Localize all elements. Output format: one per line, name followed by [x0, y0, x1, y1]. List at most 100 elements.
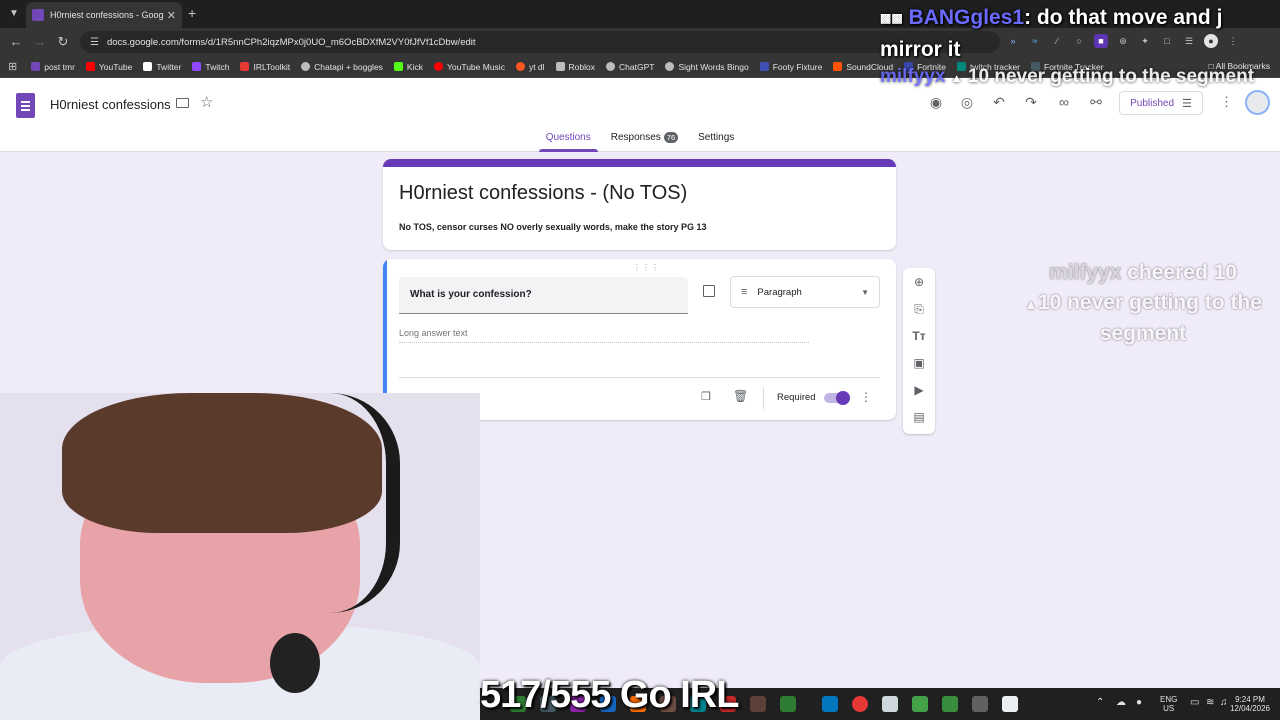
- soundcloud-icon: [833, 62, 843, 71]
- add-image-icon[interactable]: [703, 285, 715, 297]
- taskbar-app-icon[interactable]: [972, 696, 988, 712]
- preview-eye-icon[interactable]: ◎: [958, 94, 976, 111]
- required-toggle[interactable]: [824, 391, 850, 405]
- palette-icon[interactable]: ◉: [927, 94, 945, 111]
- bookmark-item[interactable]: IRLToolkit: [240, 62, 290, 72]
- taskbar-app-icon[interactable]: [1002, 696, 1018, 712]
- form-title[interactable]: H0rniest confessions - (No TOS): [399, 182, 687, 205]
- bookmark-item[interactable]: yt dl: [515, 61, 545, 72]
- bookmark-item[interactable]: Roblox: [555, 62, 595, 72]
- irltoolkit-icon: [240, 62, 250, 71]
- taskbar-app-icon[interactable]: [852, 696, 868, 712]
- forms-tabs: Questions Responses 76 Settings: [0, 132, 1280, 152]
- tab-responses[interactable]: Responses 76: [606, 132, 683, 152]
- tab-settings-label: Settings: [698, 132, 735, 143]
- folder-icon[interactable]: [176, 98, 189, 108]
- back-icon[interactable]: ←: [8, 34, 24, 50]
- bookmark-icon: [31, 62, 41, 71]
- address-bar[interactable]: ☰ docs.google.com/forms/d/1R5nnCPh2iqzMP…: [80, 31, 1000, 53]
- bookmark-item[interactable]: Kick: [393, 61, 423, 72]
- taskbar-app-icon[interactable]: [882, 696, 898, 712]
- language-indicator[interactable]: ENG US: [1160, 695, 1177, 713]
- question-title-input[interactable]: What is your confession?: [399, 277, 688, 314]
- add-question-icon[interactable]: ⊕: [910, 273, 928, 291]
- bits-icon: ▲: [950, 71, 963, 85]
- ytdl-icon: [515, 62, 525, 71]
- bookmark-item[interactable]: YouTube: [85, 61, 133, 72]
- bookmark-item[interactable]: Sight Words Bingo: [665, 62, 749, 72]
- close-tab-icon[interactable]: ✕: [167, 9, 176, 22]
- chatgpt-icon: [606, 62, 616, 71]
- tab-settings[interactable]: Settings: [693, 132, 739, 152]
- bookmark-item[interactable]: ChatGPT: [606, 62, 654, 72]
- tray-network-icon[interactable]: ☁: [1116, 698, 1126, 708]
- question-type-dropdown[interactable]: ≡ Paragraph ▼: [730, 276, 880, 308]
- bookmark-label: Kick: [406, 61, 423, 72]
- duplicate-icon[interactable]: ❐: [701, 390, 711, 403]
- headset-icon: [330, 393, 400, 613]
- clock[interactable]: 9:24 PM 12/04/2026: [1226, 695, 1274, 713]
- tray-display-icon[interactable]: ▭: [1190, 698, 1199, 708]
- bookmark-item[interactable]: Footy Fixture: [759, 61, 823, 72]
- microphone-icon: [270, 633, 320, 693]
- sliders-icon: ☰: [1182, 97, 1192, 110]
- floating-toolbar: ⊕ ⎘ Tт ▣ ▶ ▤: [903, 268, 935, 434]
- bookmark-item[interactable]: Twitch: [192, 62, 229, 72]
- delete-icon[interactable]: 🗑: [733, 389, 748, 403]
- form-description[interactable]: No TOS, censor curses NO overly sexually…: [399, 222, 706, 232]
- add-section-icon[interactable]: ▤: [910, 408, 928, 426]
- responses-count-badge: 76: [663, 132, 679, 143]
- taskbar-app-icon[interactable]: [912, 696, 928, 712]
- tab-questions[interactable]: Questions: [538, 132, 598, 152]
- account-avatar[interactable]: [1245, 90, 1270, 115]
- cheer-username: milfyyx: [1049, 261, 1122, 284]
- more-vert-icon[interactable]: ⋮: [1220, 94, 1233, 110]
- twitter-x-icon: [143, 62, 153, 71]
- tray-overflow-icon[interactable]: ⌃: [1096, 698, 1104, 708]
- add-image-icon[interactable]: ▣: [910, 354, 928, 372]
- import-questions-icon[interactable]: ⎘: [910, 300, 928, 318]
- question-more-icon[interactable]: ⋮: [860, 390, 872, 404]
- chat-message-2: 10 never getting to the segment: [967, 66, 1255, 87]
- new-tab-icon[interactable]: +: [188, 5, 196, 21]
- star-icon[interactable]: ☆: [200, 93, 213, 111]
- globe-icon: [301, 62, 311, 71]
- footer-separator: [763, 387, 764, 409]
- forward-icon[interactable]: →: [32, 34, 48, 50]
- site-info-icon[interactable]: ☰: [90, 37, 99, 48]
- add-collaborator-icon[interactable]: ⚯: [1087, 94, 1105, 111]
- bookmark-item[interactable]: post tmr: [31, 62, 75, 72]
- long-answer-placeholder: Long answer text: [399, 328, 809, 343]
- link-icon[interactable]: ∞: [1055, 94, 1073, 110]
- bookmark-label: yt dl: [528, 61, 545, 72]
- sub-goal-overlay: 517/555 Go IRL: [480, 674, 739, 716]
- published-button[interactable]: Published ☰: [1119, 91, 1203, 115]
- bookmark-item[interactable]: Chatapi + boggles: [301, 62, 383, 72]
- toggle-knob: [836, 391, 850, 405]
- roblox-icon: [555, 62, 565, 71]
- undo-icon[interactable]: ↶: [990, 94, 1008, 111]
- cheer-text: cheered 10: [1127, 261, 1237, 284]
- redo-icon[interactable]: ↷: [1022, 94, 1040, 111]
- bookmark-item[interactable]: Twitter: [143, 62, 181, 72]
- tray-mic-icon[interactable]: ●: [1136, 698, 1142, 708]
- reload-icon[interactable]: ↻: [55, 34, 71, 50]
- bookmark-item[interactable]: YouTube Music: [433, 62, 505, 72]
- bookmark-label: Twitter: [156, 61, 182, 72]
- form-title-card[interactable]: H0rniest confessions - (No TOS) No TOS, …: [383, 159, 896, 250]
- tray-wifi-icon[interactable]: ≋: [1206, 698, 1214, 708]
- forms-logo-icon[interactable]: [16, 93, 35, 118]
- tab-search-icon[interactable]: ▼: [6, 6, 22, 22]
- drag-handle-icon[interactable]: ⋮⋮⋮: [633, 263, 660, 272]
- document-title[interactable]: H0rniest confessions: [50, 97, 171, 112]
- browser-tab[interactable]: H0rniest confessions - Google Fo ✕: [26, 2, 182, 28]
- add-title-icon[interactable]: Tт: [910, 327, 928, 345]
- apps-grid-icon[interactable]: ⊞: [8, 60, 17, 73]
- bits-icon: ▲: [1024, 296, 1038, 312]
- add-video-icon[interactable]: ▶: [910, 381, 928, 399]
- bookmark-label: Footy Fixture: [772, 61, 823, 72]
- bookmark-label: YouTube: [98, 61, 133, 72]
- question-type-label: Paragraph: [757, 286, 802, 298]
- tab-responses-label: Responses: [610, 132, 661, 143]
- taskbar-app-icon[interactable]: [942, 696, 958, 712]
